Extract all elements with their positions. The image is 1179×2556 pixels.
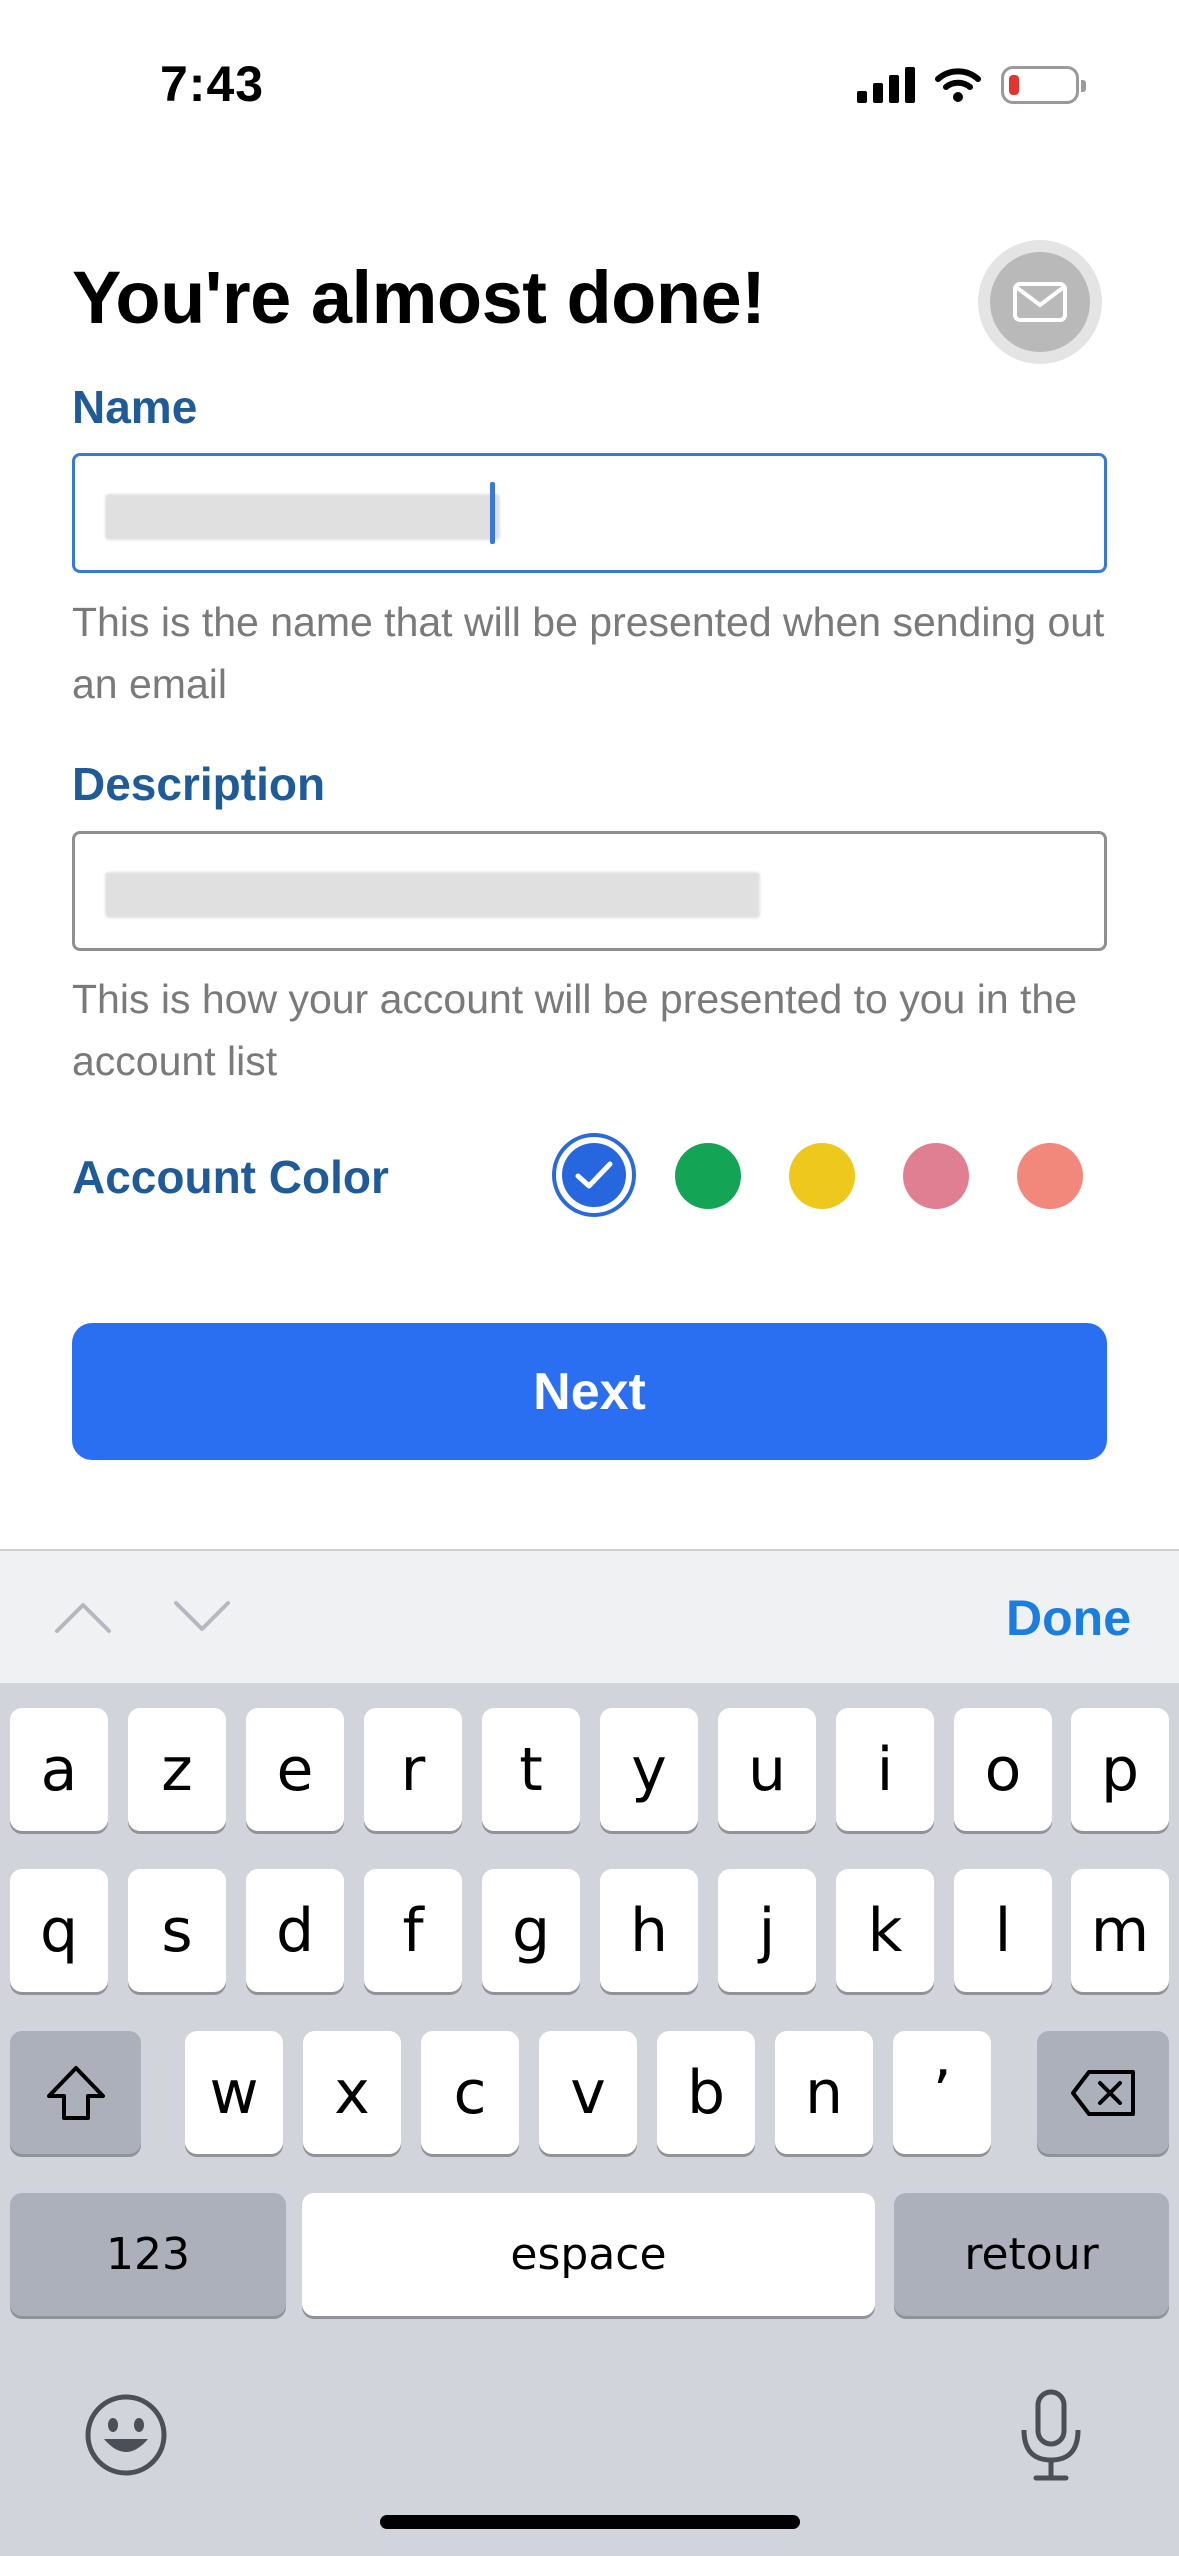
keyboard-accessory-bar: Done	[0, 1549, 1179, 1683]
key-c[interactable]: c	[421, 2031, 519, 2154]
key-d[interactable]: d	[246, 1869, 344, 1992]
color-swatch-blue[interactable]	[552, 1133, 636, 1217]
name-label: Name	[72, 381, 198, 433]
name-input[interactable]	[72, 453, 1107, 573]
color-swatch-yellow[interactable]	[789, 1143, 855, 1209]
microphone-icon	[1021, 2389, 1081, 2481]
wifi-icon	[935, 68, 981, 102]
delete-icon	[1071, 2069, 1135, 2116]
mail-icon	[1013, 282, 1067, 322]
battery-icon	[1001, 66, 1086, 104]
delete-key[interactable]	[1037, 2031, 1169, 2154]
emoji-icon	[85, 2394, 167, 2476]
key-p[interactable]: p	[1071, 1708, 1169, 1831]
description-help-text: This is how your account will be present…	[72, 976, 1078, 1084]
key-x[interactable]: x	[303, 2031, 401, 2154]
next-field-button[interactable]	[167, 1587, 237, 1647]
key-t[interactable]: t	[482, 1708, 580, 1831]
key-e[interactable]: e	[246, 1708, 344, 1831]
text-caret	[490, 482, 495, 544]
checkmark-icon	[575, 1161, 613, 1189]
previous-field-button[interactable]	[48, 1587, 118, 1647]
key-l[interactable]: l	[954, 1869, 1052, 1992]
shift-key[interactable]	[10, 2031, 141, 2154]
dictation-button[interactable]	[1016, 2388, 1086, 2484]
key-n[interactable]: n	[775, 2031, 873, 2154]
description-label: Description	[72, 758, 326, 810]
account-avatar[interactable]	[978, 240, 1102, 364]
key-a[interactable]: a	[10, 1708, 108, 1831]
key-f[interactable]: f	[364, 1869, 462, 1992]
status-icons	[857, 66, 1086, 104]
color-swatch-salmon[interactable]	[1017, 1143, 1083, 1209]
shift-icon	[46, 2065, 105, 2120]
key-r[interactable]: r	[364, 1708, 462, 1831]
key-s[interactable]: s	[128, 1869, 226, 1992]
key-j[interactable]: j	[718, 1869, 816, 1992]
signal-icon	[857, 67, 915, 103]
chevron-down-icon	[174, 1601, 230, 1631]
numbers-key[interactable]: 123	[10, 2193, 286, 2316]
key-u[interactable]: u	[718, 1708, 816, 1831]
key-m[interactable]: m	[1071, 1869, 1169, 1992]
account-color-label: Account Color	[72, 1151, 389, 1203]
key-y[interactable]: y	[600, 1708, 698, 1831]
name-help-text: This is the name that will be presented …	[72, 599, 1105, 707]
key-h[interactable]: h	[600, 1869, 698, 1992]
color-swatch-pink[interactable]	[903, 1143, 969, 1209]
description-input[interactable]	[72, 831, 1107, 951]
description-value-redacted	[105, 872, 760, 918]
key-v[interactable]: v	[539, 2031, 637, 2154]
name-value-redacted	[105, 494, 500, 540]
key-w[interactable]: w	[185, 2031, 283, 2154]
key-k[interactable]: k	[836, 1869, 934, 1992]
home-indicator[interactable]	[380, 2515, 800, 2529]
key-o[interactable]: o	[954, 1708, 1052, 1831]
key-z[interactable]: z	[128, 1708, 226, 1831]
key-b[interactable]: b	[657, 2031, 755, 2154]
status-time: 7:43	[160, 56, 265, 112]
account-color-picker	[552, 1133, 1112, 1217]
chevron-up-icon	[55, 1603, 111, 1633]
return-key[interactable]: retour	[894, 2193, 1169, 2316]
key-apostrophe[interactable]: ’	[893, 2031, 991, 2154]
keyboard: a z e r t y u i o p q s d f g h j k l m …	[0, 1683, 1179, 2556]
key-q[interactable]: q	[10, 1869, 108, 1992]
next-button[interactable]: Next	[72, 1323, 1107, 1460]
space-key[interactable]: espace	[302, 2193, 875, 2316]
key-i[interactable]: i	[836, 1708, 934, 1831]
done-button[interactable]: Done	[1006, 1589, 1131, 1647]
page-title: You're almost done!	[72, 256, 766, 339]
emoji-button[interactable]	[84, 2393, 168, 2477]
color-swatch-green[interactable]	[675, 1143, 741, 1209]
key-g[interactable]: g	[482, 1869, 580, 1992]
